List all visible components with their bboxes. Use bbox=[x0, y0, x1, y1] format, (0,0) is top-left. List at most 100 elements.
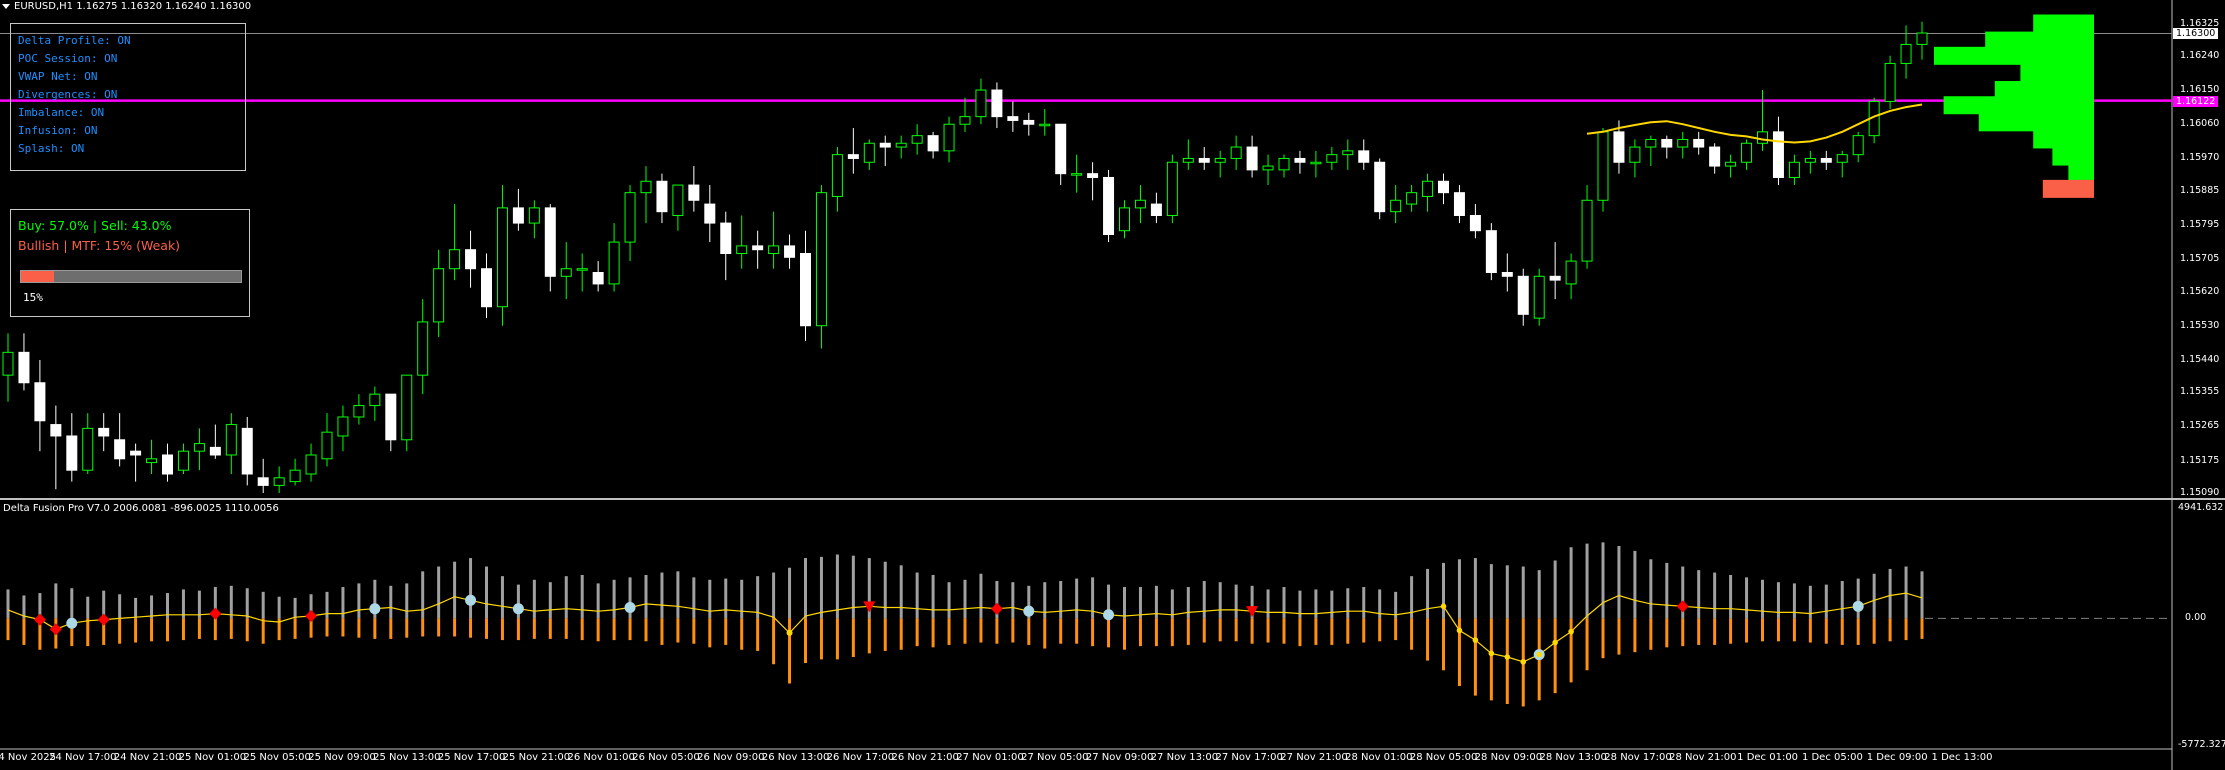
candle-body bbox=[624, 192, 636, 243]
candle-body bbox=[1453, 192, 1465, 216]
candle-body bbox=[847, 154, 859, 159]
candle-body bbox=[433, 268, 445, 323]
indicator-scale-top: 4941.632 bbox=[2178, 502, 2224, 513]
time-axis-label: 25 Nov 09:00 bbox=[308, 752, 376, 763]
time-axis-label: 26 Nov 09:00 bbox=[697, 752, 765, 763]
dropdown-triangle-icon[interactable] bbox=[2, 3, 10, 9]
price-axis-label: 1.15440 bbox=[2180, 353, 2220, 365]
bullish-divergence-dot bbox=[1852, 600, 1864, 612]
volume-profile-bin bbox=[2068, 162, 2094, 181]
volume-profile-bin bbox=[1934, 46, 2094, 65]
net-delta-point bbox=[1488, 650, 1495, 657]
candle-body bbox=[273, 477, 285, 486]
settings-panel: Delta Profile: ON POC Session: ON VWAP N… bbox=[10, 23, 246, 171]
time-axis-label: 28 Nov 09:00 bbox=[1474, 752, 1543, 763]
candle-body bbox=[1629, 146, 1641, 163]
time-axis-label: 1 Dec 13:00 bbox=[1931, 752, 1993, 763]
candle-body bbox=[576, 268, 588, 271]
time-axis-label: 24 Nov 21:00 bbox=[113, 752, 182, 763]
candle-body bbox=[879, 142, 891, 148]
candle-body bbox=[369, 393, 381, 407]
candle-body bbox=[1198, 157, 1210, 163]
candle-body bbox=[66, 435, 78, 471]
strength-bar-fill bbox=[21, 271, 54, 282]
time-axis-label: 28 Nov 17:00 bbox=[1604, 752, 1672, 763]
price-axis-label: 1.15795 bbox=[2180, 218, 2220, 230]
candle-body bbox=[1326, 154, 1338, 163]
time-axis-label: 24 Nov 17:00 bbox=[49, 752, 117, 763]
candle-body bbox=[146, 458, 158, 464]
setting-imbalance: Imbalance: ON bbox=[18, 106, 105, 119]
candle-body bbox=[337, 416, 349, 437]
candle-body bbox=[1645, 138, 1657, 148]
candle-body bbox=[1916, 32, 1928, 45]
poc-price-label: 1.16122 bbox=[2173, 95, 2219, 107]
candle-body bbox=[1741, 142, 1753, 163]
candle-body bbox=[528, 207, 540, 224]
time-axis-label: 28 Nov 01:00 bbox=[1345, 752, 1413, 763]
time-axis-label: 28 Nov 05:00 bbox=[1409, 752, 1478, 763]
time-axis-label: 1 Dec 01:00 bbox=[1737, 752, 1799, 763]
candle-body bbox=[1469, 214, 1481, 232]
candle-body bbox=[1374, 161, 1386, 213]
candle-body bbox=[1677, 138, 1689, 148]
candle-body bbox=[1884, 62, 1896, 102]
candle-body bbox=[225, 424, 237, 456]
candle-body bbox=[321, 431, 333, 460]
current-price-label: 1.16300 bbox=[2173, 28, 2219, 39]
symbol-header[interactable]: EURUSD,H1 1.16275 1.16320 1.16240 1.1630… bbox=[2, 0, 251, 14]
candle-body bbox=[481, 268, 492, 308]
price-axis-label: 1.15355 bbox=[2180, 386, 2220, 398]
candle-body bbox=[98, 427, 110, 437]
candle-body bbox=[1757, 131, 1768, 144]
time-axis-label: 25 Nov 17:00 bbox=[437, 752, 506, 763]
candle-body bbox=[18, 351, 30, 384]
candle-body bbox=[1613, 131, 1625, 163]
candle-body bbox=[736, 245, 748, 254]
candle-body bbox=[1087, 173, 1099, 178]
candle-body bbox=[241, 427, 253, 475]
candle-body bbox=[1597, 131, 1609, 201]
candle-body bbox=[209, 446, 221, 456]
candle-body bbox=[1230, 146, 1242, 159]
candle-body bbox=[401, 374, 413, 441]
candle-body bbox=[1342, 150, 1354, 156]
time-axis-label: 27 Nov 09:00 bbox=[1085, 752, 1154, 763]
candle-body bbox=[1852, 135, 1864, 156]
bearish-divergence-diamond bbox=[49, 623, 62, 636]
time-axis-label: 26 Nov 21:00 bbox=[891, 752, 959, 763]
candle-body bbox=[1900, 43, 1912, 64]
bearish-divergence-diamond bbox=[990, 602, 1003, 615]
volume-profile-bin bbox=[2042, 179, 2094, 198]
candle-body bbox=[114, 439, 126, 460]
candle-body bbox=[672, 184, 684, 216]
indicator-scale-bottom: -5772.3271 bbox=[2178, 739, 2225, 750]
bearish-divergence-diamond bbox=[1676, 600, 1689, 613]
time-axis-label: 28 Nov 21:00 bbox=[1669, 752, 1737, 763]
bullish-divergence-dot bbox=[1103, 609, 1115, 621]
price-axis-label: 1.15265 bbox=[2180, 420, 2220, 432]
net-delta-point bbox=[1456, 627, 1463, 634]
bearish-divergence-diamond bbox=[97, 613, 110, 626]
price-axis-label: 1.16240 bbox=[2180, 49, 2220, 61]
candle-body bbox=[1422, 180, 1434, 197]
candle-body bbox=[895, 142, 907, 148]
bullish-divergence-dot bbox=[624, 602, 636, 614]
candle-body bbox=[1023, 119, 1035, 125]
candle-body bbox=[193, 443, 205, 452]
candle-body bbox=[289, 469, 301, 483]
symbol-line-text: EURUSD,H1 1.16275 1.16320 1.16240 1.1630… bbox=[14, 1, 252, 12]
time-axis-label: 27 Nov 01:00 bbox=[956, 752, 1024, 763]
candle-body bbox=[1007, 116, 1019, 121]
mtf-bias: Bullish | MTF: 15% (Weak) bbox=[18, 238, 181, 253]
candle-body bbox=[417, 321, 429, 376]
candle-body bbox=[1055, 123, 1067, 175]
time-axis-label: 28 Nov 13:00 bbox=[1539, 752, 1607, 763]
candle-body bbox=[385, 393, 397, 441]
chart-canvas[interactable] bbox=[0, 0, 2225, 770]
time-axis-label: 26 Nov 17:00 bbox=[826, 752, 895, 763]
candle-body bbox=[800, 253, 811, 327]
candle-body bbox=[82, 427, 94, 471]
candle-body bbox=[1438, 180, 1449, 194]
candle-body bbox=[465, 249, 477, 270]
